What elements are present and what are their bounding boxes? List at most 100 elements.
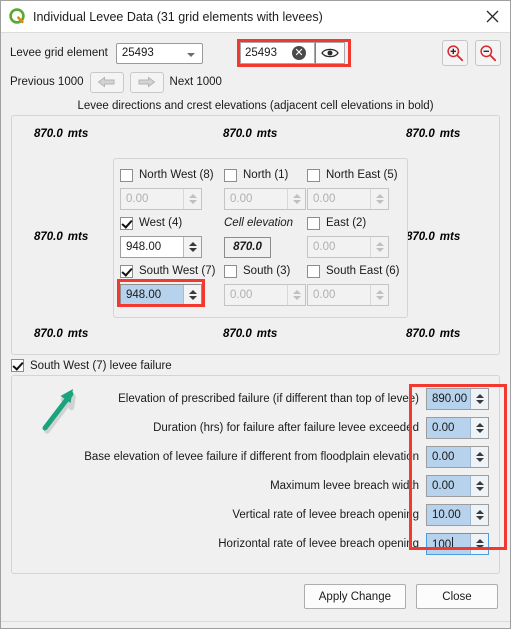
adjacent-elevation-ne: 870.0 mts	[406, 128, 461, 140]
label-duration-for-failure: Duration (hrs) for failure after failure…	[153, 422, 419, 434]
spinner-arrows-icon[interactable]	[470, 447, 488, 467]
spinbox-east[interactable]: 0.00	[307, 236, 389, 258]
direction-checkbox-south[interactable]: South (3)	[224, 260, 307, 282]
spinner-arrows-icon[interactable]	[370, 285, 388, 305]
failure-row-base-elevation: Base elevation of levee failure if diffe…	[12, 446, 499, 468]
direction-checkbox-panel: North West (8) North (1) North East (5) …	[113, 158, 408, 318]
spinner-arrows-icon[interactable]	[470, 389, 488, 409]
toolbar-row-grid-element: Levee grid element 25493 ✕	[1, 37, 510, 69]
spinbox-north-west[interactable]: 0.00	[120, 188, 202, 210]
direction-checkbox-north[interactable]: North (1)	[224, 164, 307, 186]
spinner-arrows-icon[interactable]	[183, 189, 201, 209]
adjacent-elevation-sw: 870.0 mts	[34, 328, 89, 340]
checkbox-south-west[interactable]	[120, 264, 133, 278]
adjacent-elevation-s: 870.0 mts	[223, 328, 278, 340]
label-west: West (4)	[139, 217, 183, 229]
checkbox-north-west[interactable]	[120, 168, 133, 182]
failure-row-horizontal-rate: Horizontal rate of levee breach opening …	[12, 533, 499, 555]
direction-checkbox-south-east[interactable]: South East (6)	[307, 260, 411, 282]
status-bar	[1, 621, 510, 628]
cell-elevation-value: 870.0	[224, 236, 271, 258]
page-title: Individual Levee Data (31 grid elements …	[33, 9, 323, 24]
spinbox-north-east[interactable]: 0.00	[307, 188, 389, 210]
label-vertical-rate-breach: Vertical rate of levee breach opening	[232, 509, 419, 521]
direction-checkbox-east[interactable]: East (2)	[307, 212, 411, 234]
close-button[interactable]: Close	[416, 584, 498, 609]
adjacent-elevation-se: 870.0 mts	[406, 328, 461, 340]
spinbox-south[interactable]: 0.00	[224, 284, 306, 306]
direction-checkbox-west[interactable]: West (4)	[120, 212, 224, 234]
label-south: South (3)	[243, 265, 291, 277]
spinner-arrows-icon[interactable]	[470, 476, 488, 496]
spinbox-maximum-breach-width[interactable]: 0.00	[426, 475, 489, 497]
failure-row-vertical-rate: Vertical rate of levee breach opening 10…	[12, 504, 499, 526]
zoom-out-icon[interactable]	[475, 40, 501, 66]
label-north: North (1)	[243, 169, 289, 181]
label-cell-elevation: Cell elevation	[224, 217, 294, 229]
spinner-arrows-icon[interactable]	[470, 418, 488, 438]
checkbox-west[interactable]	[120, 216, 133, 230]
zoom-in-icon[interactable]	[442, 40, 468, 66]
arrow-right-icon[interactable]	[129, 71, 164, 93]
spinbox-south-west[interactable]: 948.00	[120, 284, 202, 306]
checkbox-south[interactable]	[224, 264, 237, 278]
label-north-west: North West (8)	[139, 169, 214, 181]
checkbox-south-east[interactable]	[307, 264, 320, 278]
label-elevation-prescribed-failure: Elevation of prescribed failure (if diff…	[118, 393, 419, 405]
direction-checkbox-south-west[interactable]: South West (7)	[120, 260, 224, 282]
label-levee-failure: South West (7) levee failure	[30, 359, 172, 372]
spinner-arrows-icon[interactable]	[370, 237, 388, 257]
spinner-arrows-icon[interactable]	[183, 285, 201, 305]
spinbox-north[interactable]: 0.00	[224, 188, 306, 210]
qgis-logo-icon	[9, 8, 26, 25]
adjacent-elevation-nw: 870.0 mts	[34, 128, 89, 140]
spinner-arrows-icon[interactable]	[183, 237, 201, 257]
failure-row-max-breach-width: Maximum levee breach width 0.00	[12, 475, 499, 497]
close-icon[interactable]	[480, 5, 504, 29]
label-base-elevation-of-failure: Base elevation of levee failure if diffe…	[84, 451, 419, 463]
label-maximum-breach-width: Maximum levee breach width	[270, 480, 419, 492]
eye-icon[interactable]	[315, 42, 345, 64]
clear-circle-icon[interactable]: ✕	[292, 46, 306, 60]
spinbox-base-elevation-of-failure[interactable]: 0.00	[426, 446, 489, 468]
checkbox-levee-failure[interactable]	[11, 359, 24, 372]
spinbox-horizontal-rate-breach[interactable]: 100	[426, 533, 489, 555]
checkbox-north[interactable]	[224, 168, 237, 182]
grid-element-combo[interactable]: 25493	[115, 42, 203, 64]
spinner-arrows-icon[interactable]	[287, 285, 305, 305]
grid-element-label: Levee grid element	[10, 47, 108, 59]
adjacent-elevation-w: 870.0 mts	[34, 231, 89, 243]
label-east: East (2)	[326, 217, 367, 229]
failure-row-elevation-prescribed: Elevation of prescribed failure (if diff…	[12, 388, 499, 410]
text-cursor	[452, 537, 454, 550]
direction-checkbox-north-east[interactable]: North East (5)	[307, 164, 411, 186]
chevron-down-icon	[186, 52, 195, 57]
spinbox-duration-for-failure[interactable]: 0.00	[426, 417, 489, 439]
arrow-left-icon[interactable]	[89, 71, 124, 93]
spinbox-elevation-prescribed-failure[interactable]: 890.00	[426, 388, 489, 410]
levee-failure-toggle-row[interactable]: South West (7) levee failure	[1, 355, 510, 375]
spinbox-south-east[interactable]: 0.00	[307, 284, 389, 306]
spinner-arrows-icon[interactable]	[370, 189, 388, 209]
spinner-arrows-icon[interactable]	[287, 189, 305, 209]
label-south-west: South West (7)	[139, 265, 216, 277]
title-bar: Individual Levee Data (31 grid elements …	[1, 1, 510, 33]
checkbox-north-east[interactable]	[307, 168, 320, 182]
spinbox-vertical-rate-breach[interactable]: 10.00	[426, 504, 489, 526]
apply-change-button[interactable]: Apply Change	[303, 584, 406, 609]
label-south-east: South East (6)	[326, 265, 400, 277]
zoom-buttons	[442, 40, 501, 66]
previous-label: Previous 1000	[10, 76, 84, 88]
search-field-wrapper: ✕	[240, 42, 347, 64]
adjacent-elevation-n: 870.0 mts	[223, 128, 278, 140]
individual-levee-data-dialog: Individual Levee Data (31 grid elements …	[0, 0, 511, 629]
spinbox-west[interactable]: 948.00	[120, 236, 202, 258]
spinner-arrows-icon[interactable]	[470, 534, 488, 554]
adjacent-elevation-e: 870.0 mts	[406, 231, 461, 243]
label-north-east: North East (5)	[326, 169, 398, 181]
grid-element-combo-value: 25493	[121, 47, 154, 59]
direction-checkbox-north-west[interactable]: North West (8)	[120, 164, 224, 186]
spinner-arrows-icon[interactable]	[470, 505, 488, 525]
toolbar-row-paging: Previous 1000 Next 1000	[1, 69, 510, 95]
checkbox-east[interactable]	[307, 216, 320, 230]
